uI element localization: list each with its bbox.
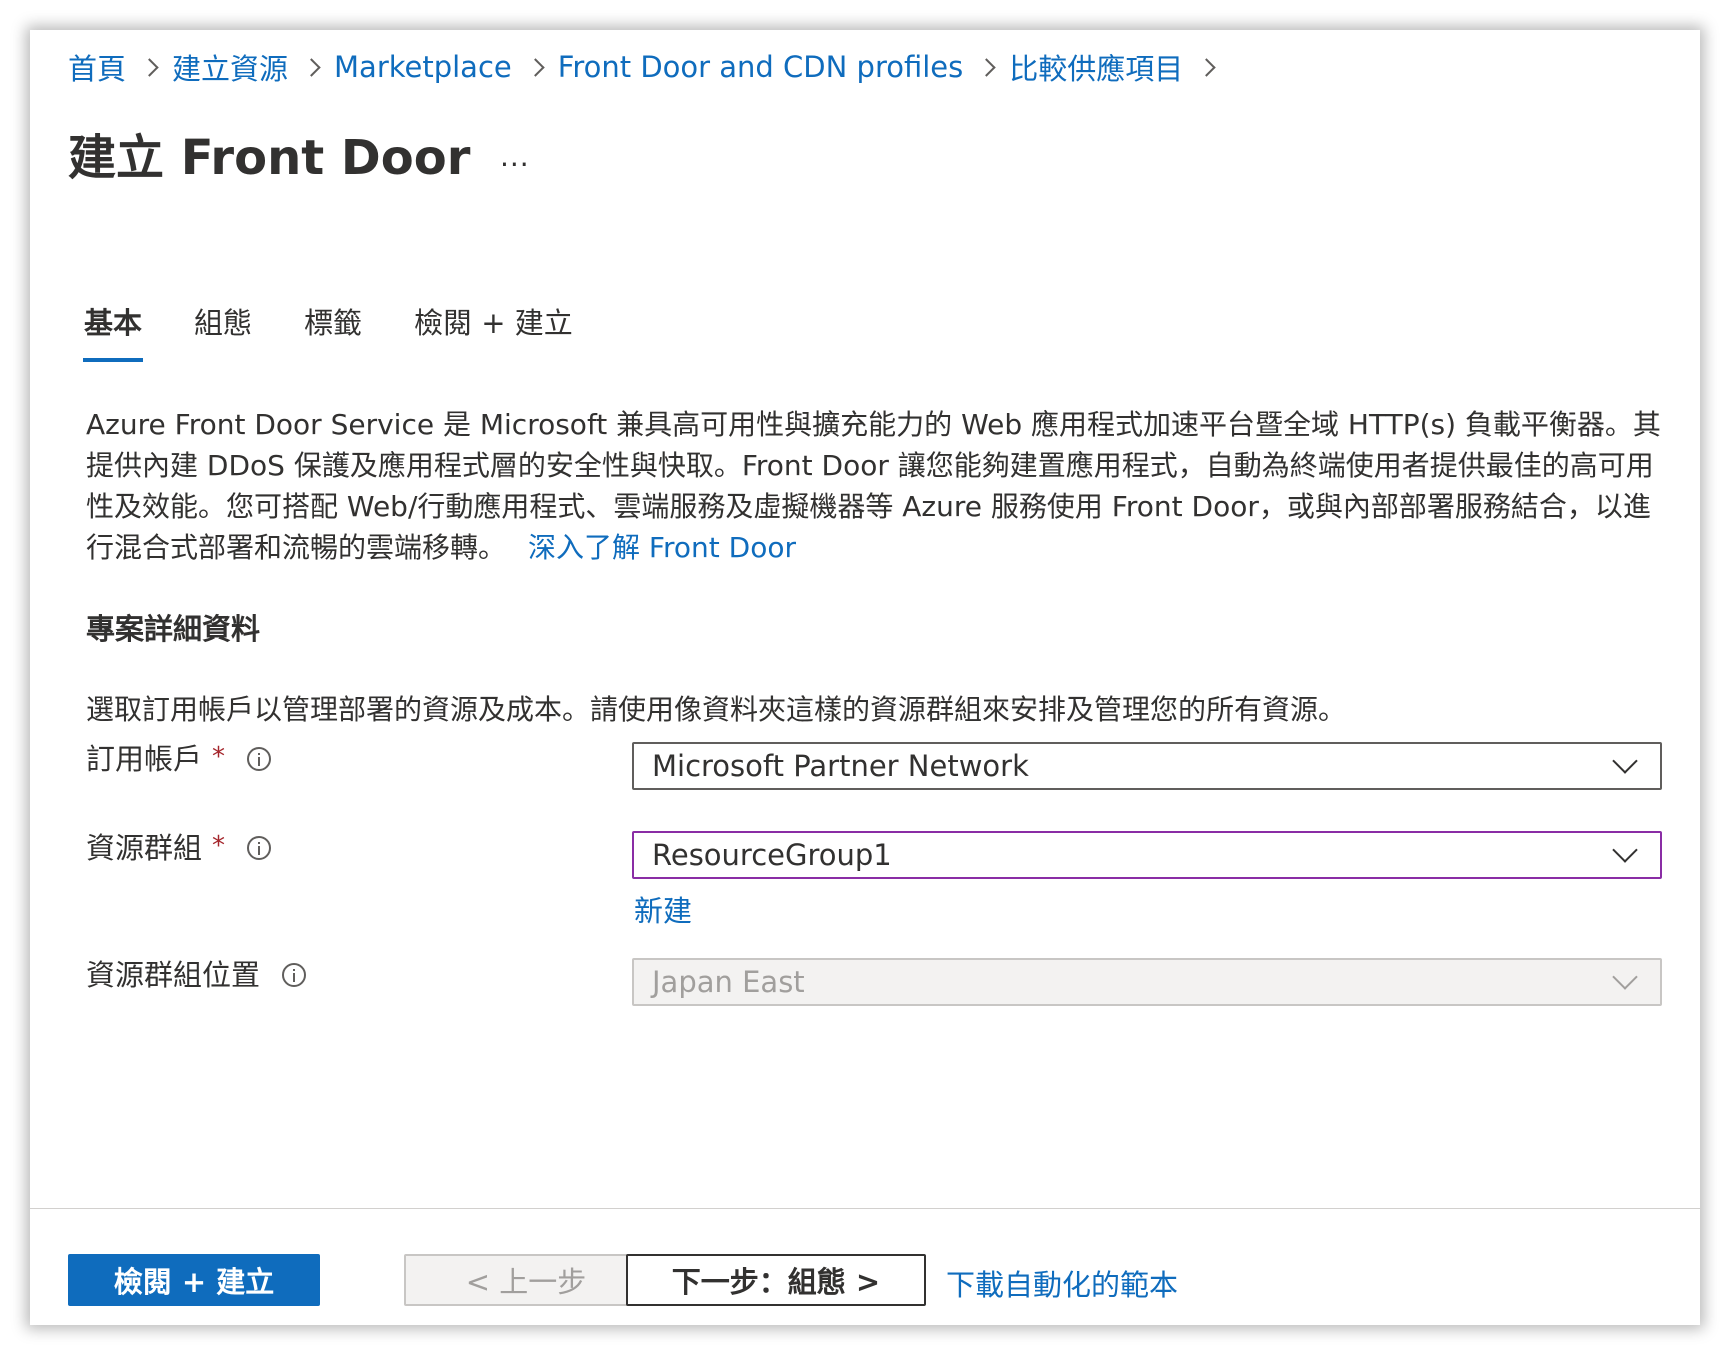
tab-basics[interactable]: 基本 xyxy=(82,300,144,362)
chevron-right-icon xyxy=(126,52,172,82)
resource-group-select[interactable]: ResourceGroup1 xyxy=(632,831,1662,879)
resource-group-location-select: Japan East xyxy=(632,958,1662,1006)
service-description: Azure Front Door Service 是 Microsoft 兼具高… xyxy=(86,404,1676,568)
info-icon[interactable] xyxy=(247,747,272,771)
tab-tags[interactable]: 標籤 xyxy=(304,300,362,362)
subscription-value: Microsoft Partner Network xyxy=(652,749,1029,783)
project-details-description: 選取訂用帳戶以管理部署的資源及成本。請使用像資料夾這樣的資源群組來安排及管理您的… xyxy=(86,693,1347,726)
subscription-label: 訂用帳戶 * xyxy=(86,736,272,778)
next-configuration-button[interactable]: 下一步：組態 > xyxy=(626,1254,926,1306)
description-text: Azure Front Door Service 是 Microsoft 兼具高… xyxy=(86,408,1661,564)
subscription-select[interactable]: Microsoft Partner Network xyxy=(632,742,1662,790)
chevron-right-icon xyxy=(1183,52,1229,82)
chevron-right-icon xyxy=(288,52,334,82)
info-icon[interactable] xyxy=(282,963,307,987)
tab-bar: 基本 組態 標籤 檢閱 + 建立 xyxy=(82,300,625,362)
create-new-resource-group-link[interactable]: 新建 xyxy=(634,888,692,930)
resource-group-value: ResourceGroup1 xyxy=(652,838,892,872)
more-options-button[interactable]: ··· xyxy=(500,148,530,181)
resource-group-label-text: 資源群組 xyxy=(86,831,203,865)
create-front-door-window: 首頁 建立資源 Marketplace Front Door and CDN p… xyxy=(30,30,1700,1325)
chevron-down-icon xyxy=(1612,837,1638,863)
info-icon[interactable] xyxy=(247,836,272,860)
breadcrumb: 首頁 建立資源 Marketplace Front Door and CDN p… xyxy=(68,44,1229,90)
breadcrumb-front-door-cdn[interactable]: Front Door and CDN profiles xyxy=(558,50,964,84)
page-title: 建立 Front Door xyxy=(68,130,471,186)
chevron-down-icon xyxy=(1612,964,1638,990)
chevron-right-icon xyxy=(512,52,558,82)
breadcrumb-home[interactable]: 首頁 xyxy=(68,46,126,88)
review-create-button[interactable]: 檢閱 + 建立 xyxy=(68,1254,320,1306)
required-marker: * xyxy=(212,831,226,861)
resource-group-location-value: Japan East xyxy=(652,965,805,999)
footer-divider xyxy=(30,1208,1700,1209)
breadcrumb-marketplace[interactable]: Marketplace xyxy=(334,50,512,84)
chevron-down-icon xyxy=(1612,748,1638,774)
project-details-heading: 專案詳細資料 xyxy=(86,612,261,646)
resource-group-location-label: 資源群組位置 xyxy=(86,952,307,994)
chevron-right-icon xyxy=(963,52,1009,82)
breadcrumb-compare-offerings[interactable]: 比較供應項目 xyxy=(1009,46,1183,88)
download-template-link[interactable]: 下載自動化的範本 xyxy=(946,1262,1178,1304)
tab-review-create[interactable]: 檢閱 + 建立 xyxy=(414,300,573,362)
learn-more-link[interactable]: 深入了解 Front Door xyxy=(528,531,796,564)
resource-group-label: 資源群組 * xyxy=(86,825,272,867)
breadcrumb-create-resource[interactable]: 建立資源 xyxy=(172,46,288,88)
subscription-label-text: 訂用帳戶 xyxy=(86,742,203,776)
previous-button[interactable]: < 上一步 xyxy=(404,1254,648,1306)
tab-configuration[interactable]: 組態 xyxy=(194,300,252,362)
resource-group-location-label-text: 資源群組位置 xyxy=(86,958,261,992)
required-marker: * xyxy=(212,742,226,772)
